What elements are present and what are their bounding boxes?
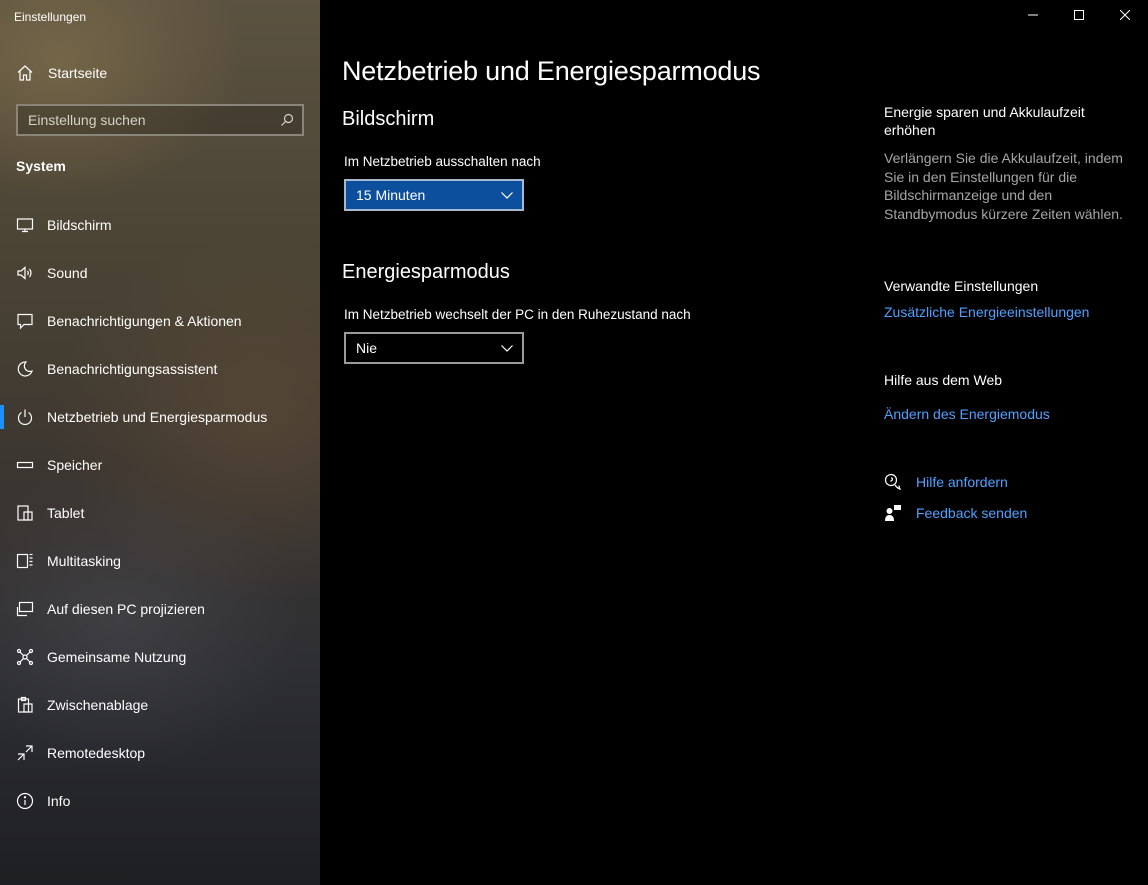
chevron-down-icon: [500, 188, 514, 202]
home-label: Startseite: [48, 65, 108, 81]
clipboard-icon: [16, 696, 34, 714]
sidebar-item-label: Gemeinsame Nutzung: [47, 649, 187, 665]
get-help-row[interactable]: Hilfe anfordern: [884, 473, 1008, 491]
sidebar-item-bildschirm[interactable]: Bildschirm: [0, 201, 320, 249]
sidebar-item-benachrichtigungsassistent[interactable]: Benachrichtigungsassistent: [0, 345, 320, 393]
tip-text: Verlängern Sie die Akkulaufzeit, indem S…: [884, 150, 1123, 222]
moon-icon: [16, 360, 34, 378]
tip-panel: Energie sparen und Akkulaufzeit erhöhen …: [884, 103, 1134, 223]
home-link[interactable]: Startseite: [16, 62, 107, 84]
remote-desktop-icon: [16, 744, 34, 762]
app-title: Einstellungen: [14, 10, 87, 24]
help-chat-icon: [884, 473, 902, 491]
sidebar-item-label: Benachrichtigungsassistent: [47, 361, 218, 377]
chevron-down-icon: [500, 341, 514, 355]
close-button[interactable]: [1102, 0, 1148, 32]
search-input[interactable]: [28, 112, 280, 128]
screen-timeout-value: 15 Minuten: [356, 187, 426, 203]
page-title: Netzbetrieb und Energiesparmodus: [342, 56, 761, 86]
sleep-timeout-value: Nie: [356, 340, 378, 356]
maximize-button[interactable]: [1056, 0, 1102, 32]
tip-title: Energie sparen und Akkulaufzeit erhöhen: [884, 104, 1085, 138]
web-help-link[interactable]: Ändern des Energiemodus: [884, 406, 1134, 422]
minimize-icon: [1028, 7, 1038, 25]
sidebar-nav: Bildschirm Sound Benachrichtigungen & Ak…: [0, 201, 320, 825]
monitor-icon: [16, 216, 34, 234]
search-box[interactable]: [16, 104, 304, 136]
home-icon: [16, 64, 34, 82]
sidebar-item-remotedesktop[interactable]: Remotedesktop: [0, 729, 320, 777]
close-icon: [1119, 7, 1131, 25]
sidebar-item-label: Speicher: [47, 457, 103, 473]
screen-heading: Bildschirm: [342, 108, 435, 130]
window-controls: [1010, 0, 1148, 32]
sidebar-item-info[interactable]: Info: [0, 777, 320, 825]
sidebar-item-label: Tablet: [47, 505, 85, 521]
sidebar-item-label: Bildschirm: [47, 217, 112, 233]
sidebar-item-benachrichtigungen[interactable]: Benachrichtigungen & Aktionen: [0, 297, 320, 345]
minimize-button[interactable]: [1010, 0, 1056, 32]
info-icon: [16, 792, 34, 810]
power-icon: [16, 408, 34, 426]
feedback-link[interactable]: Feedback senden: [916, 505, 1027, 521]
sidebar-item-sound[interactable]: Sound: [0, 249, 320, 297]
tablet-icon: [16, 504, 34, 522]
project-icon: [16, 600, 34, 618]
sidebar-item-zwischenablage[interactable]: Zwischenablage: [0, 681, 320, 729]
sidebar-item-label: Auf diesen PC projizieren: [47, 601, 205, 617]
related-settings: Verwandte Einstellungen Zusätzliche Ener…: [884, 277, 1134, 320]
related-link[interactable]: Zusätzliche Energieeinstellungen: [884, 304, 1134, 320]
sidebar-item-label: Remotedesktop: [47, 745, 146, 761]
sleep-timeout-dropdown[interactable]: Nie: [344, 332, 524, 364]
sidebar-item-multitasking[interactable]: Multitasking: [0, 537, 320, 585]
sidebar-item-label: Benachrichtigungen & Aktionen: [47, 313, 242, 329]
section-label: System: [16, 158, 66, 174]
sidebar-item-speicher[interactable]: Speicher: [0, 441, 320, 489]
feedback-icon: [884, 504, 902, 522]
maximize-icon: [1074, 7, 1084, 25]
share-icon: [16, 648, 34, 666]
sidebar-item-projizieren[interactable]: Auf diesen PC projizieren: [0, 585, 320, 633]
search-icon[interactable]: [280, 113, 294, 127]
feedback-row[interactable]: Feedback senden: [884, 504, 1027, 522]
sidebar-item-tablet[interactable]: Tablet: [0, 489, 320, 537]
sidebar-item-label: Zwischenablage: [47, 697, 149, 713]
sidebar-item-label: Multitasking: [47, 553, 121, 569]
sleep-timeout-label: Im Netzbetrieb wechselt der PC in den Ru…: [344, 307, 691, 322]
storage-icon: [16, 456, 34, 474]
sidebar-item-label: Info: [47, 793, 71, 809]
related-title: Verwandte Einstellungen: [884, 278, 1039, 294]
web-help-title: Hilfe aus dem Web: [884, 372, 1003, 388]
sidebar-item-label: Netzbetrieb und Energiesparmodus: [47, 409, 268, 425]
screen-timeout-label: Im Netzbetrieb ausschalten nach: [344, 154, 541, 169]
screen-timeout-dropdown[interactable]: 15 Minuten: [344, 179, 524, 211]
speaker-icon: [16, 264, 34, 282]
notification-icon: [16, 312, 34, 330]
sidebar: Einstellungen Startseite System Bildschi…: [0, 0, 320, 885]
get-help-link[interactable]: Hilfe anfordern: [916, 474, 1008, 490]
web-help: Hilfe aus dem Web Ändern des Energiemodu…: [884, 371, 1134, 422]
sidebar-item-netzbetrieb[interactable]: Netzbetrieb und Energiesparmodus: [0, 393, 320, 441]
sidebar-item-gemeinsame-nutzung[interactable]: Gemeinsame Nutzung: [0, 633, 320, 681]
sidebar-item-label: Sound: [47, 265, 88, 281]
sleep-heading: Energiesparmodus: [342, 261, 510, 283]
multitasking-icon: [16, 552, 34, 570]
